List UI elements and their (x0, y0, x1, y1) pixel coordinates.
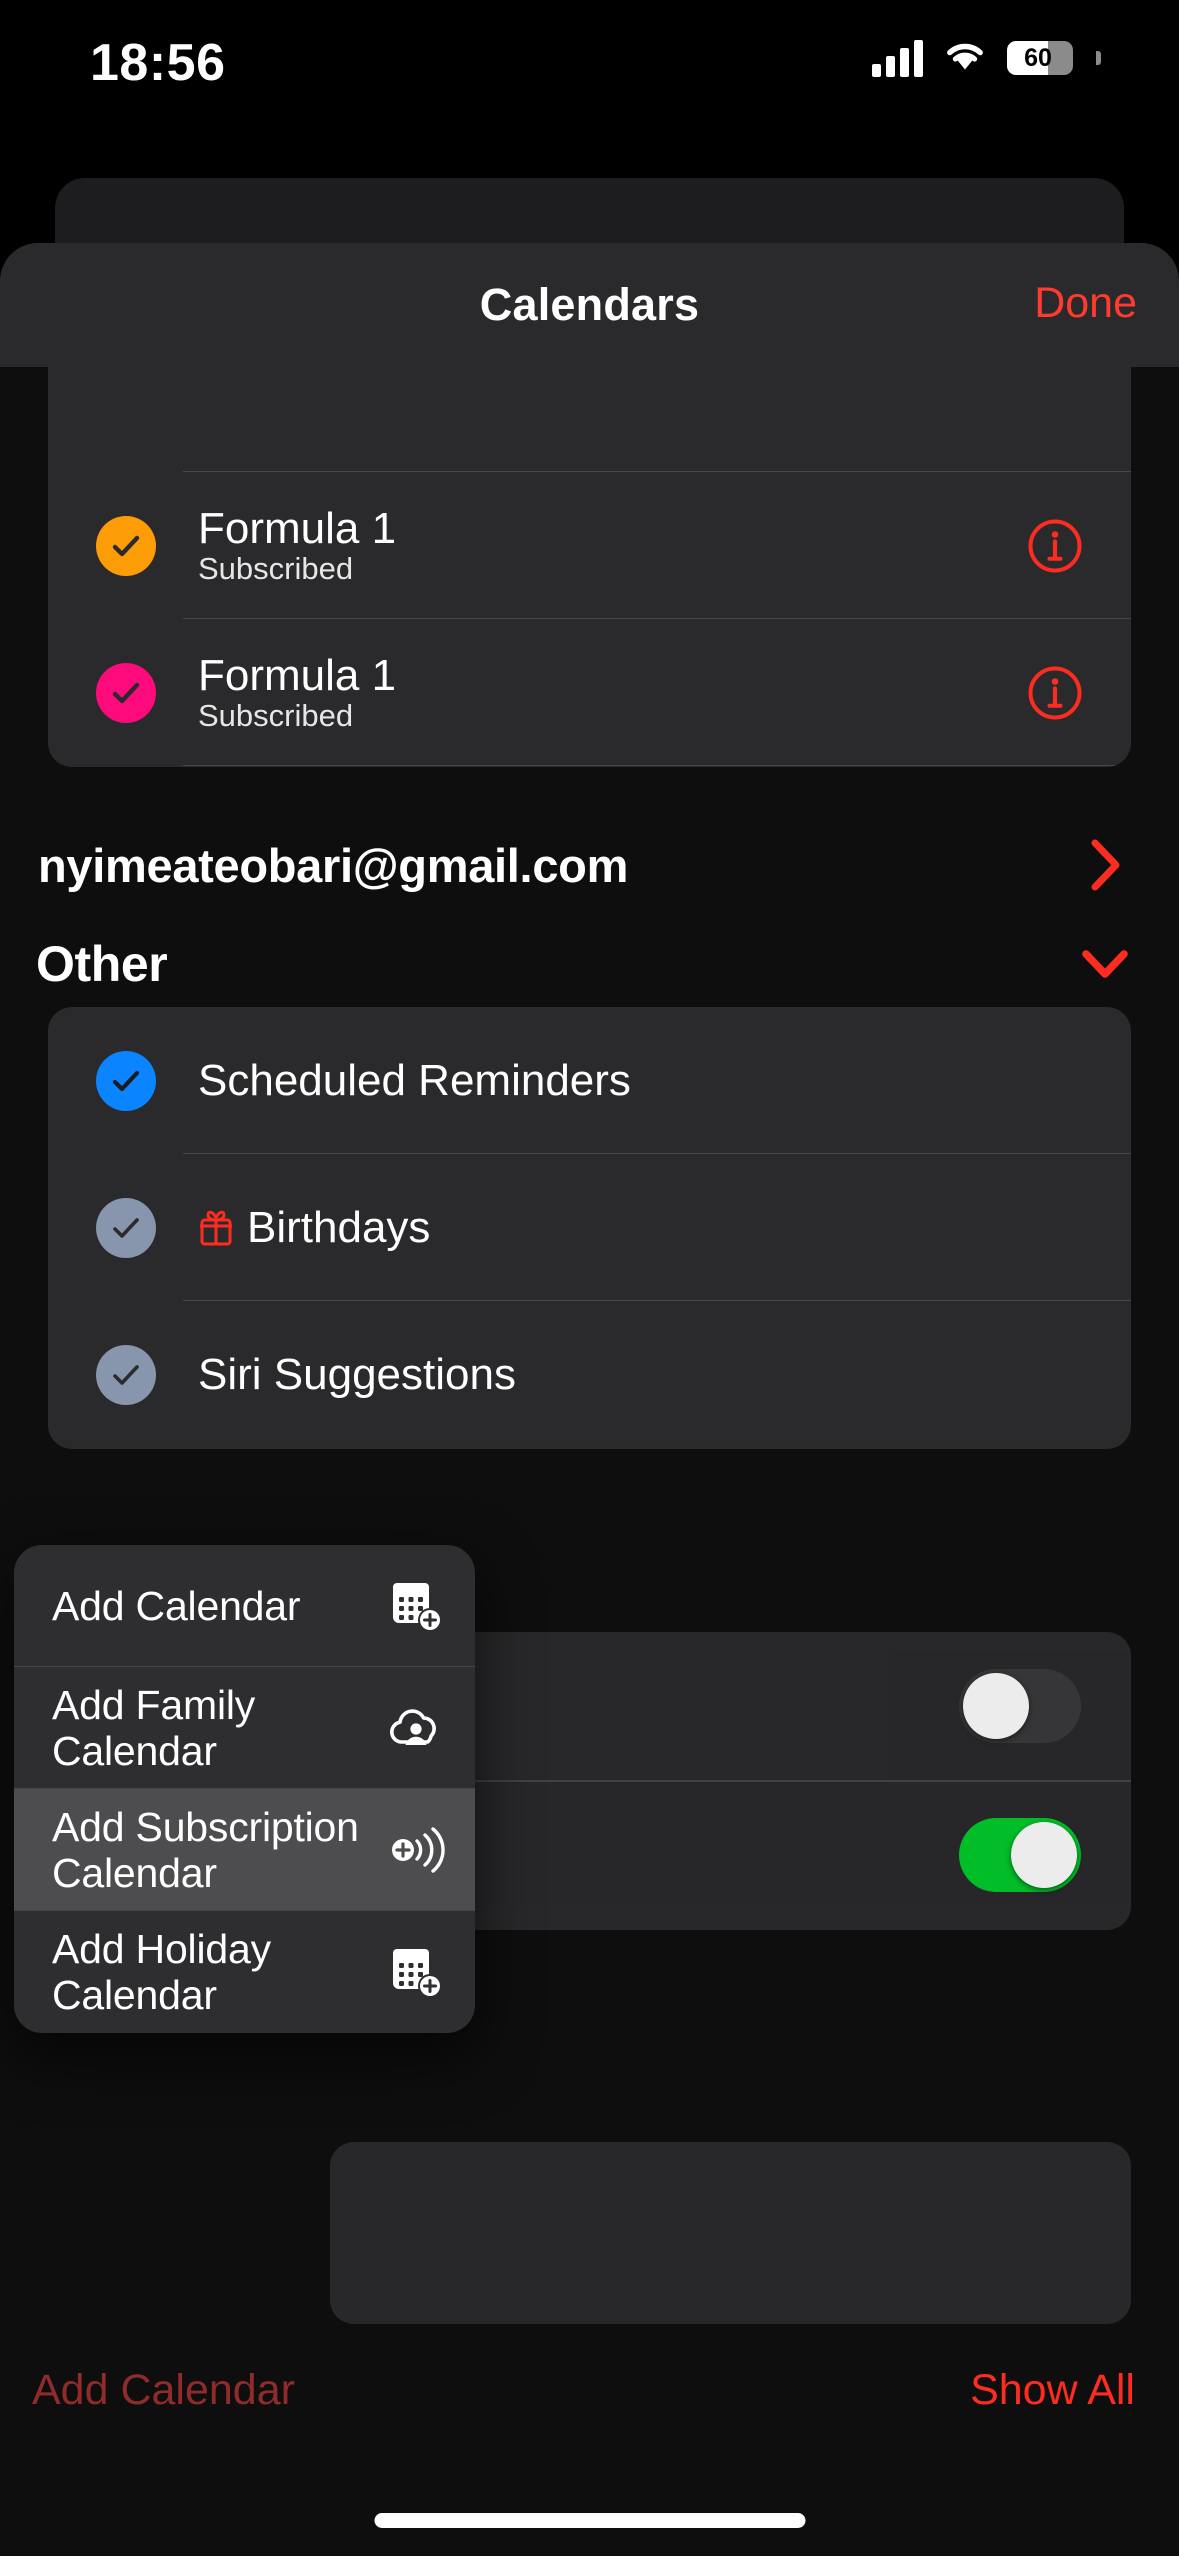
bottom-toolbar: Add Calendar Show All (0, 2366, 1179, 2456)
table-row[interactable] (380, 1632, 1131, 1780)
calendar-add-icon (385, 1575, 447, 1637)
additional-card (330, 2142, 1131, 2324)
menu-item-add-calendar[interactable]: Add Calendar (14, 1545, 475, 1667)
calendars-scroll-content[interactable]: Formula 1 Subscribed (0, 367, 1179, 2556)
calendar-name: Formula 1 (198, 505, 1027, 553)
menu-item-label: Add Family Calendar (52, 1682, 385, 1775)
checkmark-icon (108, 528, 144, 564)
calendar-name: Scheduled Reminders (198, 1057, 1131, 1105)
done-button[interactable]: Done (1034, 279, 1137, 328)
menu-item-label: Add Holiday Calendar (52, 1926, 385, 2019)
toggle-knob (1011, 1822, 1077, 1888)
calendar-color-checkbox[interactable] (96, 663, 156, 723)
other-section-header[interactable]: Other (0, 924, 1179, 1004)
menu-item-label: Add Subscription Calendar (52, 1804, 385, 1897)
status-bar: 18:56 60 (0, 0, 1179, 150)
other-calendars-card: Scheduled Reminders (48, 1007, 1131, 1449)
calendar-status: Subscribed (198, 698, 353, 733)
calendar-color-checkbox[interactable] (96, 1051, 156, 1111)
section-title: Other (36, 935, 167, 993)
gift-icon (198, 1207, 234, 1247)
calendar-color-checkbox[interactable] (96, 1198, 156, 1258)
calendar-name: Formula 1 (198, 652, 1027, 700)
table-row[interactable]: Birthdays (48, 1154, 1131, 1301)
calendar-color-checkbox[interactable] (96, 516, 156, 576)
setting-toggle-off[interactable] (959, 1669, 1081, 1743)
status-bar-clock: 18:56 (90, 33, 226, 93)
calendar-add-icon (385, 1941, 447, 2003)
add-calendar-button[interactable]: Add Calendar (32, 2366, 295, 2415)
subscribed-calendars-card: Formula 1 Subscribed (48, 325, 1131, 767)
info-icon[interactable] (1027, 665, 1083, 721)
info-icon[interactable] (1027, 518, 1083, 574)
row-text-block: Scheduled Reminders (198, 1057, 1131, 1105)
battery-percent: 60 (1007, 41, 1073, 75)
table-row[interactable]: Siri Suggestions (48, 1301, 1131, 1448)
calendar-name: Siri Suggestions (198, 1351, 1131, 1399)
menu-item-add-family-calendar[interactable]: Add Family Calendar (14, 1667, 475, 1789)
add-calendar-context-menu: Add Calendar (14, 1545, 475, 2033)
table-row[interactable]: Formula 1 Subscribed (48, 619, 1131, 766)
calendar-name-text: Birthdays (247, 1204, 430, 1252)
row-text-block: Siri Suggestions (198, 1351, 1131, 1399)
menu-item-add-holiday-calendar[interactable]: Add Holiday Calendar (14, 1911, 475, 2033)
menu-item-add-subscription-calendar[interactable]: Add Subscription Calendar (14, 1789, 475, 1911)
subscription-add-icon (385, 1819, 447, 1881)
show-all-button[interactable]: Show All (970, 2366, 1135, 2415)
checkmark-icon (108, 1210, 144, 1246)
toggle-knob (963, 1673, 1029, 1739)
wifi-icon (943, 38, 987, 77)
settings-toggle-card (380, 1632, 1131, 1930)
checkmark-icon (108, 1063, 144, 1099)
row-text-block: Formula 1 Subscribed (198, 505, 1027, 585)
calendar-status: Subscribed (198, 551, 353, 586)
table-row[interactable]: Scheduled Reminders (48, 1007, 1131, 1154)
chevron-down-icon[interactable] (1081, 948, 1129, 980)
calendar-color-checkbox[interactable] (96, 1345, 156, 1405)
checkmark-icon (108, 1357, 144, 1393)
row-text-block: Birthdays (198, 1204, 1131, 1252)
cellular-signal-icon (872, 39, 923, 77)
cloud-person-icon (385, 1697, 447, 1759)
table-row[interactable]: Formula 1 Subscribed (48, 472, 1131, 619)
row-text-block: Formula 1 Subscribed (198, 652, 1027, 732)
checkmark-icon (108, 675, 144, 711)
calendars-sheet: Calendars Done Formula 1 Subsc (0, 243, 1179, 2556)
setting-toggle-on[interactable] (959, 1818, 1081, 1892)
calendar-name-with-icon: Birthdays (198, 1204, 1131, 1252)
menu-item-label: Add Calendar (52, 1583, 385, 1629)
phone-screen: 18:56 60 Calendars Done (0, 0, 1179, 2556)
battery-tip-icon (1096, 51, 1101, 65)
page-title: Calendars (480, 279, 699, 331)
table-row[interactable] (380, 1781, 1131, 1929)
list-row-partial[interactable] (48, 325, 1131, 472)
home-indicator[interactable] (374, 2513, 805, 2528)
account-email: nyimeateobari@gmail.com (38, 838, 628, 893)
table-row[interactable]: Calendar (48, 766, 1131, 767)
chevron-right-icon[interactable] (1089, 838, 1123, 892)
account-row[interactable]: nyimeateobari@gmail.com (0, 817, 1179, 913)
status-bar-indicators: 60 (872, 38, 1101, 77)
battery-icon: 60 (1007, 41, 1073, 75)
